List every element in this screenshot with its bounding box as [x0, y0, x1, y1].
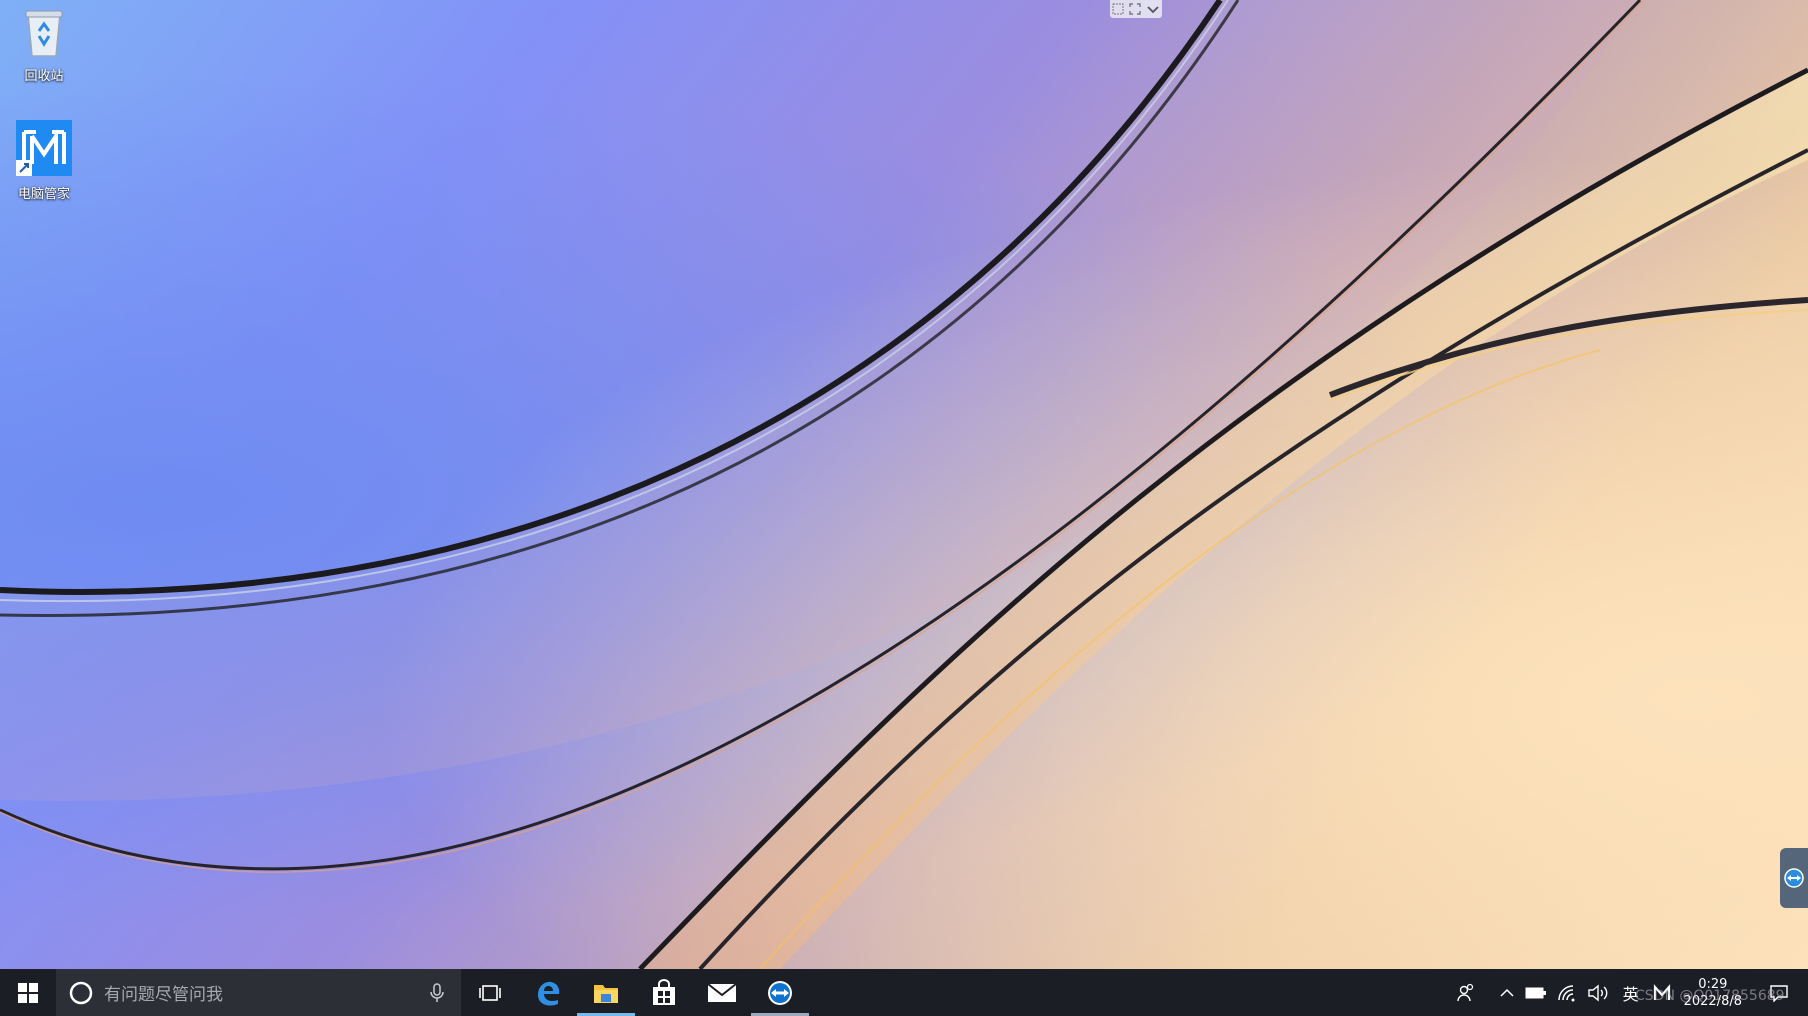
volume-button[interactable] [1582, 969, 1614, 1016]
windows-logo-icon [18, 982, 38, 1003]
chevron-down-icon[interactable] [1146, 3, 1160, 15]
desktop-icon-label: 电脑管家 [17, 187, 70, 202]
people-button[interactable] [1451, 969, 1481, 1016]
pc-manager-icon [16, 120, 72, 176]
wifi-icon [1557, 984, 1575, 1001]
taskbar-file-explorer-button[interactable] [577, 969, 635, 1016]
task-view-button[interactable] [461, 969, 519, 1016]
search-placeholder: 有问题尽管问我 [104, 985, 223, 1005]
teamviewer-icon [768, 980, 792, 1005]
grid-icon[interactable] [1112, 3, 1124, 15]
remote-session-toolbar[interactable] [1110, 0, 1162, 18]
pc-manager-icon [1653, 983, 1670, 1000]
fullscreen-icon[interactable] [1129, 3, 1141, 15]
clock-time: 0:29 [1698, 976, 1728, 992]
notification-icon [1770, 984, 1788, 1002]
network-button[interactable] [1552, 969, 1582, 1016]
ime-language-label: 英 [1622, 984, 1639, 1004]
battery-button[interactable] [1520, 969, 1552, 1016]
start-button[interactable] [0, 969, 56, 1016]
clock-date: 2022/8/8 [1683, 993, 1742, 1009]
speaker-icon [1587, 984, 1607, 1001]
desktop-icon-recycle-bin[interactable]: 回收站 [5, 6, 83, 84]
mail-icon [707, 982, 737, 1002]
battery-icon [1525, 987, 1546, 998]
system-tray: 英 0:29 2022/8/8 [1451, 969, 1808, 1016]
chevron-up-icon [1500, 988, 1514, 997]
edge-icon [538, 981, 560, 1006]
action-center-button[interactable] [1750, 969, 1808, 1016]
taskbar-edge-button[interactable] [519, 969, 577, 1016]
task-view-icon [479, 984, 501, 1001]
people-icon [1456, 983, 1473, 1001]
taskbar-teamviewer-button[interactable] [751, 969, 809, 1016]
clock[interactable]: 0:29 2022/8/8 [1676, 976, 1750, 1010]
taskbar: 有问题尽管问我 英 0:29 2022/8/8 [0, 969, 1808, 1016]
recycle-bin-icon [25, 10, 63, 57]
cortana-icon [69, 981, 93, 1004]
microphone-icon[interactable] [429, 982, 445, 1004]
teamviewer-icon [1784, 868, 1804, 888]
taskbar-mail-button[interactable] [693, 969, 751, 1016]
show-hidden-icons-button[interactable] [1481, 969, 1520, 1016]
desktop: 回收站 电脑管家 [0, 0, 1808, 969]
store-icon [653, 978, 675, 1005]
input-method-button[interactable]: 英 [1614, 969, 1648, 1016]
search-box[interactable]: 有问题尽管问我 [56, 969, 461, 1016]
desktop-icon-label: 回收站 [24, 69, 64, 84]
teamviewer-side-handle[interactable] [1780, 848, 1808, 908]
taskbar-store-button[interactable] [635, 969, 693, 1016]
pc-manager-tray-button[interactable] [1648, 969, 1676, 1016]
wallpaper [0, 0, 1808, 969]
file-explorer-icon [594, 984, 618, 1003]
desktop-icon-pc-manager[interactable]: 电脑管家 [5, 120, 83, 202]
